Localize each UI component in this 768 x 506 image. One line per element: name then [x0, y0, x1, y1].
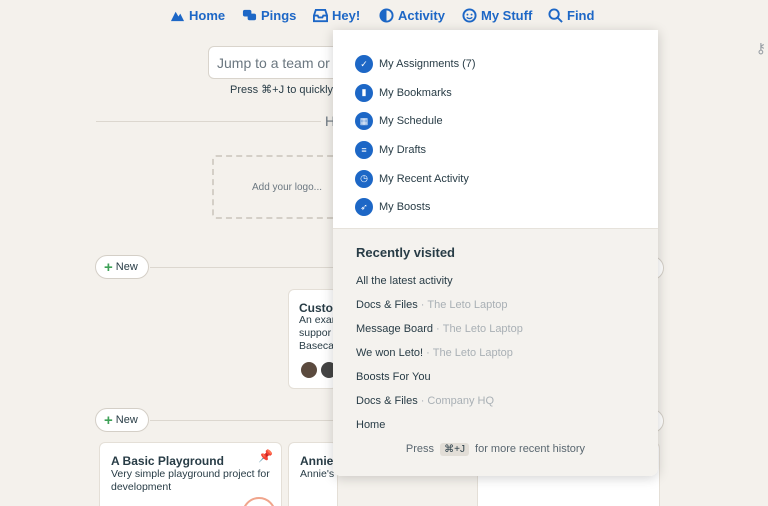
nav-activity-label: Activity: [398, 8, 445, 23]
search-icon: [548, 8, 563, 23]
card-description: Very simple playground project for devel…: [111, 468, 270, 494]
project-card-playground[interactable]: A Basic Playground Very simple playgroun…: [99, 442, 282, 506]
recent-item-label: All the latest activity: [356, 275, 453, 287]
menu-item-label: My Drafts: [379, 144, 427, 157]
recent-item-label: Boosts For You: [356, 371, 431, 383]
hint-text: for more recent history: [475, 443, 586, 455]
recent-item-project: The Leto Laptop: [442, 323, 523, 335]
bookmark-icon: ▮: [355, 83, 373, 102]
recent-item[interactable]: Home: [356, 413, 523, 437]
recent-item[interactable]: Docs & Files · Company HQ: [356, 389, 523, 413]
menu-item-label: My Bookmarks: [379, 86, 452, 99]
recent-item[interactable]: Boosts For You: [356, 365, 523, 389]
recent-item[interactable]: We won Leto! · The Leto Laptop: [356, 341, 523, 365]
clock-icon: ◷: [355, 169, 373, 188]
card-desc-line: An exar: [299, 314, 336, 326]
menu-item-label: My Boosts: [379, 201, 431, 214]
nav-find[interactable]: Find: [548, 8, 594, 23]
menu-item-label: My Recent Activity: [379, 172, 469, 185]
project-card-annie[interactable]: Annie Annie's: [288, 442, 338, 506]
card-desc-line: suppor: [299, 327, 332, 340]
recent-item-project: The Leto Laptop: [427, 299, 508, 311]
nav-pings-label: Pings: [261, 8, 297, 23]
new-team-button[interactable]: + New: [95, 255, 149, 279]
nav-my-stuff-label: My Stuff: [481, 8, 533, 23]
menu-item-recent-activity[interactable]: ◷ My Recent Activity: [355, 164, 658, 193]
nav-home[interactable]: Home: [170, 8, 225, 23]
recent-history-hint: Press ⌘+J for more recent history: [333, 443, 658, 456]
menu-item-schedule[interactable]: ▦ My Schedule: [355, 107, 658, 136]
new-project-button[interactable]: + New: [95, 408, 149, 432]
drafts-icon: ≡: [355, 141, 373, 160]
new-button-label: New: [115, 414, 138, 426]
chat-bubbles-icon: [242, 9, 257, 21]
nav-hey[interactable]: Hey!: [313, 8, 360, 23]
recent-item-project: Company HQ: [427, 395, 495, 407]
recent-item-project: The Leto Laptop: [432, 347, 513, 359]
card-desc-line: Baseca: [299, 340, 335, 353]
plus-icon: +: [104, 258, 113, 276]
hq-divider: [96, 121, 321, 122]
separator: ·: [420, 299, 425, 311]
my-stuff-menu: ✓ My Assignments (7) ▮ My Bookmarks ▦ My…: [355, 50, 658, 222]
rocket-icon: ➶: [355, 198, 373, 217]
card-description: An exar suppor Baseca: [299, 314, 335, 353]
plus-icon: +: [104, 411, 113, 429]
recent-item-label: Home: [356, 419, 386, 431]
recent-item-label: Docs & Files: [356, 395, 418, 407]
hint-text: Press: [405, 443, 435, 455]
jump-input-placeholder: Jump to a team or p: [217, 54, 342, 71]
logo-placeholder-text: Add your logo...: [251, 181, 323, 193]
nav-activity[interactable]: Activity: [379, 8, 445, 23]
recent-item-label: We won Leto!: [356, 347, 424, 359]
recent-item[interactable]: Message Board · The Leto Laptop: [356, 317, 523, 341]
section-divider: [150, 267, 334, 268]
recent-item-label: Docs & Files: [356, 299, 418, 311]
face-icon: [462, 8, 477, 23]
avatar: [242, 497, 276, 506]
keyboard-shortcut: ⌘+J: [440, 443, 469, 456]
recent-item[interactable]: All the latest activity: [356, 269, 523, 293]
section-divider: [150, 420, 334, 421]
menu-item-assignments[interactable]: ✓ My Assignments (7): [355, 50, 658, 79]
pin-icon[interactable]: 📌: [258, 449, 273, 463]
nav-my-stuff[interactable]: My Stuff: [462, 8, 532, 23]
card-title: A Basic Playground: [111, 454, 224, 468]
inbox-icon: [313, 8, 328, 23]
team-card-custom[interactable]: Custo An exar suppor Baseca: [288, 289, 338, 389]
recently-visited-list: All the latest activity Docs & Files · T…: [356, 269, 523, 437]
menu-item-drafts[interactable]: ≡ My Drafts: [355, 136, 658, 165]
card-description: Annie's: [300, 468, 335, 480]
nav-hey-label: Hey!: [332, 8, 361, 23]
menu-item-bookmarks[interactable]: ▮ My Bookmarks: [355, 79, 658, 108]
nav-home-label: Home: [189, 8, 226, 23]
card-title: Custo: [299, 301, 333, 315]
nav-pings[interactable]: Pings: [242, 8, 296, 23]
separator: ·: [436, 323, 440, 335]
mountain-icon: [170, 11, 185, 22]
menu-item-label: My Schedule: [379, 115, 443, 128]
calendar-icon: ▦: [355, 112, 373, 131]
avatar: [299, 360, 319, 380]
card-title: Annie: [300, 454, 334, 468]
my-stuff-dropdown: ✓ My Assignments (7) ▮ My Bookmarks ▦ My…: [333, 30, 658, 476]
checkmark-icon: ✓: [355, 55, 373, 74]
nav-find-label: Find: [567, 8, 595, 23]
activity-icon: [379, 8, 394, 23]
menu-item-label: My Assignments (7): [379, 58, 476, 71]
key-icon[interactable]: ⚷: [756, 40, 766, 57]
recent-item[interactable]: Docs & Files · The Leto Laptop: [356, 293, 523, 317]
recent-item-label: Message Board: [356, 323, 434, 335]
recently-visited-panel: Recently visited All the latest activity…: [333, 228, 658, 476]
separator: ·: [426, 347, 430, 359]
new-button-label: New: [115, 261, 138, 273]
separator: ·: [420, 395, 425, 407]
top-nav: Home Pings Hey! Activity My Stuff Find: [0, 0, 768, 32]
menu-item-boosts[interactable]: ➶ My Boosts: [355, 193, 658, 222]
recently-visited-title: Recently visited: [356, 245, 455, 260]
jump-hint: Press ⌘+J to quickly j: [230, 84, 339, 96]
